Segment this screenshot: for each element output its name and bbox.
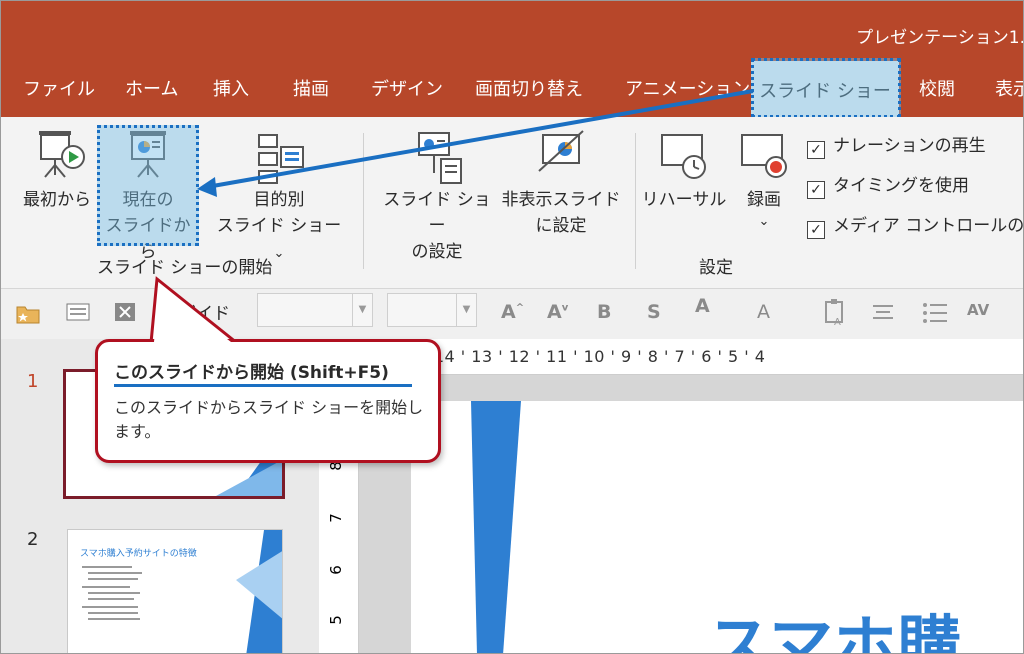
tab-draw[interactable]: 描画 [293,75,329,101]
narration-checkbox[interactable]: ✓ ナレーションの再生 [807,131,986,159]
group-label-setup: 設定 [699,258,733,278]
font-size-combo[interactable]: ▼ [387,293,477,327]
slide-title-text: スマホ購 [707,610,962,654]
font-color-icon[interactable]: A [695,295,710,317]
from-beginning-button[interactable]: 最初から [15,127,99,213]
increase-font-icon[interactable]: A^ [501,301,524,323]
ruler-mark: 7 [326,513,345,523]
timings-checkbox[interactable]: ✓ タイミングを使用 [807,171,969,199]
horizontal-ruler: 16 ' 15 ' 14 ' 13 ' 12 ' 11 ' 10 ' 9 ' 8… [359,339,1023,375]
tab-design[interactable]: デザイン [371,75,443,101]
chevron-down-icon: ⌄ [758,214,770,229]
chevron-down-icon: ▼ [456,294,476,326]
slide-thumbnail-2[interactable]: スマホ購入予約サイトの特徴 [67,529,283,653]
text-outline-icon[interactable]: A [757,301,770,323]
checkbox-checked-icon: ✓ [807,221,825,239]
powerpoint-window: プレゼンテーション1. ファイル ホーム 挿入 描画 デザイン 画面切り替え ア… [0,0,1024,654]
custom-show-icon [258,134,304,184]
bold-icon[interactable]: B [597,301,611,323]
rehearse-label: リハーサル [641,190,727,210]
chevron-down-icon: ▼ [352,294,372,326]
checkbox-checked-icon: ✓ [807,141,825,159]
setup-label-1: スライド ショー [383,190,491,236]
custom-show-label-1: 目的別 [253,190,305,210]
record-label: 録画 [747,190,781,210]
media-controls-checkbox[interactable]: ✓ メディア コントロールの表 [807,211,1024,239]
record-icon [741,134,787,178]
group-separator [363,133,364,269]
close-box-icon[interactable] [113,301,137,323]
group-label-start: スライド ショーの開始 [97,258,273,278]
checkbox-checked-icon: ✓ [807,181,825,199]
ruler-mark: 5 [326,615,345,625]
tab-animations[interactable]: アニメーション [625,75,750,101]
slide-number-1: 1 [27,371,39,392]
keyboard-icon[interactable] [65,301,91,323]
current-slide-canvas[interactable]: スマホ購 [411,401,1023,654]
slide-number-2: 2 [27,529,39,550]
checkbox-checked-icon: ✓ [155,309,173,327]
document-title: プレゼンテーション1. [856,28,1024,48]
paste-icon[interactable]: A [823,297,847,327]
bullet-list-icon[interactable] [921,301,949,325]
tooltip-title-underline [114,384,412,387]
setup-show-icon [418,132,462,184]
format-toolbar: ✓ ガイド ▼ ▼ A^ Av B S A A A AV [1,289,1023,339]
hide-slide-label-2: に設定 [535,216,587,236]
tab-review[interactable]: 校閲 [919,75,955,101]
tooltip-title: このスライドから開始 (Shift+F5) [114,363,389,383]
tab-insert[interactable]: 挿入 [213,75,249,101]
svg-text:A: A [834,317,841,327]
group-separator [635,133,636,269]
custom-slide-show-button[interactable]: 目的別 スライド ショー ⌄ [209,127,349,267]
tab-home[interactable]: ホーム [125,75,178,101]
timings-label: タイミングを使用 [833,176,969,196]
tooltip-callout: このスライドから開始 (Shift+F5) このスライドからスライド ショーを開… [95,339,441,463]
setup-slide-show-button[interactable]: スライド ショー の設定 [375,127,499,265]
rehearse-timer-icon [661,134,706,179]
slide-thumbnail-2-graphic [82,530,282,653]
narration-label: ナレーションの再生 [833,136,986,156]
current-slide-highlight-box [97,125,199,246]
rehearse-timings-button[interactable]: リハーサル [639,127,729,213]
guide-checkbox[interactable]: ✓ ガイド [155,299,230,327]
decrease-font-icon[interactable]: Av [547,301,568,323]
tab-view[interactable]: 表示 [995,75,1023,101]
guide-label: ガイド [179,304,230,324]
align-center-icon[interactable] [871,303,895,323]
ruler-mark: 6 [326,565,345,575]
hide-slide-button[interactable]: 非表示スライド に設定 [499,127,623,239]
presentation-play-icon [39,131,85,178]
chevron-down-icon: ⌄ [273,246,285,261]
tooltip-description: このスライドからスライド ショーを開始します。 [114,398,424,441]
font-name-combo[interactable]: ▼ [257,293,373,327]
hide-slide-label-1: 非表示スライド [501,190,621,210]
setup-label-2: の設定 [411,242,463,262]
record-button[interactable]: 録画 ⌄ [733,127,795,231]
tab-file[interactable]: ファイル [23,75,95,101]
character-spacing-icon[interactable]: AV [967,301,989,319]
tab-transitions[interactable]: 画面切り替え [475,75,583,101]
hide-slide-icon [538,130,584,172]
title-bar: プレゼンテーション1. [1,1,1024,61]
folder-star-icon[interactable] [15,301,41,325]
media-controls-label: メディア コントロールの表 [833,216,1024,236]
tab-highlight-box [751,58,901,118]
shadow-icon[interactable]: S [647,301,661,323]
from-beginning-label: 最初から [23,190,91,210]
